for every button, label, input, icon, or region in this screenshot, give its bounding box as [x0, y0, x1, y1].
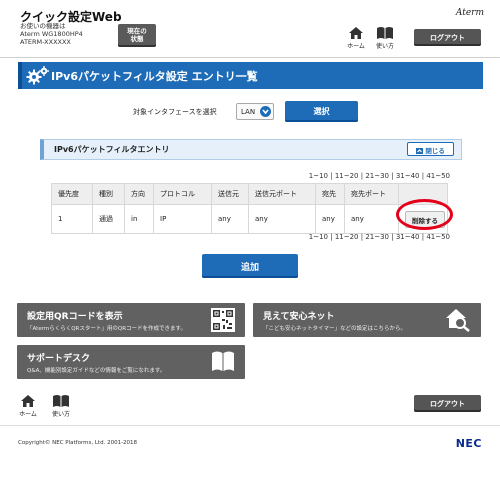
footer-help-nav[interactable]: 使い方: [48, 394, 74, 418]
column-header: 送信元: [211, 183, 249, 205]
page-link[interactable]: 1~10: [309, 233, 328, 241]
logout-button[interactable]: ログアウト: [414, 29, 481, 46]
table-cell: IP: [153, 204, 212, 234]
qr-tile-description: 「AtermらくらくQRスタート」用のQRコードを作成できます。: [27, 326, 186, 332]
page-link[interactable]: 31~40: [396, 233, 420, 241]
qr-code-tile[interactable]: 設定用QRコードを表示 「AtermらくらくQRスタート」用のQRコードを作成で…: [17, 303, 245, 337]
column-header: 宛先: [315, 183, 345, 205]
qr-code-icon: [211, 308, 235, 332]
help-label: 使い方: [375, 43, 394, 50]
status-button-line1: 現在の: [127, 27, 147, 35]
page-link[interactable]: 11~20: [335, 233, 359, 241]
book-icon: [53, 395, 69, 407]
home-icon: [21, 395, 35, 407]
brand-logo: Aterm: [455, 8, 484, 18]
gear-icon: [26, 66, 49, 85]
delete-button[interactable]: 削除する: [405, 210, 445, 228]
table-cell: 削除する: [398, 204, 448, 234]
book-icon: [212, 351, 234, 371]
device-info-line: お使いの機器は: [20, 22, 66, 30]
qr-tile-title: 設定用QRコードを表示: [27, 312, 123, 322]
table-cell: any: [211, 204, 249, 234]
page-separator: |: [328, 172, 335, 180]
safety-net-tile[interactable]: 見えて安心ネット 「こども安心ネットタイマー」などの設定はこちらから。: [253, 303, 481, 337]
footer-logout-button[interactable]: ログアウト: [414, 395, 481, 412]
close-panel-label: 閉じる: [425, 147, 445, 155]
book-icon: [377, 27, 393, 39]
close-panel-button[interactable]: 閉じる: [407, 142, 454, 156]
filter-entry-table: 優先度 種別 方向 プロトコル 送信元 送信元ポート 宛先 宛先ポート 1 通過…: [51, 183, 448, 234]
device-model: Aterm WG1800HP4: [20, 30, 83, 38]
nec-logo: NEC: [455, 437, 482, 450]
table-cell: 1: [51, 204, 93, 234]
page-title-bar: IPv6パケットフィルタ設定 エントリ一覧: [18, 62, 483, 89]
support-desk-tile[interactable]: サポートデスク Q&A、機能別設定ガイドなどの情報をご覧になれます。: [17, 345, 245, 379]
select-button[interactable]: 選択: [285, 101, 358, 122]
page-link[interactable]: 1~10: [309, 172, 328, 180]
chevron-up-icon: [416, 147, 425, 155]
page-link[interactable]: 41~50: [426, 172, 450, 180]
home-label: ホーム: [347, 43, 365, 50]
table-row: 1 通過 in IP any any any any 削除する: [51, 204, 448, 234]
home-nav[interactable]: ホーム: [343, 26, 369, 50]
page-separator: |: [389, 172, 396, 180]
column-header: プロトコル: [153, 183, 212, 205]
add-button[interactable]: 追加: [202, 254, 298, 278]
page-separator: |: [389, 233, 396, 241]
interface-label: 対象インタフェースを選択: [133, 108, 217, 116]
table-cell: 通過: [92, 204, 125, 234]
table-cell: any: [248, 204, 316, 234]
help-nav[interactable]: 使い方: [372, 26, 398, 50]
column-header: 宛先ポート: [344, 183, 399, 205]
column-header: [398, 183, 448, 205]
safety-tile-description: 「こども安心ネットタイマー」などの設定はこちらから。: [263, 326, 407, 332]
page-separator: |: [328, 233, 335, 241]
safety-tile-title: 見えて安心ネット: [263, 312, 335, 322]
support-tile-title: サポートデスク: [27, 354, 91, 364]
table-cell: any: [315, 204, 345, 234]
page-link[interactable]: 31~40: [396, 172, 420, 180]
footer-divider: [0, 425, 500, 426]
support-tile-description: Q&A、機能別設定ガイドなどの情報をご覧になれます。: [27, 368, 166, 374]
page-link[interactable]: 21~30: [365, 233, 389, 241]
home-search-icon: [446, 309, 470, 332]
table-cell: any: [344, 204, 399, 234]
pagination-bottom: 1~10 | 11~20 | 21~30 | 31~40 | 41~50: [309, 233, 450, 241]
current-status-button[interactable]: 現在の 状態: [118, 24, 156, 47]
copyright: Copyright© NEC Platforms, Ltd. 2001-2018: [18, 440, 138, 446]
entry-panel-header: IPv6パケットフィルタエントリ 閉じる: [40, 139, 462, 160]
column-header: 種別: [92, 183, 125, 205]
device-id: ATERM-XXXXXX: [20, 38, 71, 46]
status-button-line2: 状態: [130, 35, 144, 43]
panel-title: IPv6パケットフィルタエントリ: [54, 145, 170, 154]
page-link[interactable]: 41~50: [426, 233, 450, 241]
device-info: お使いの機器は Aterm WG1800HP4 ATERM-XXXXXX: [20, 22, 83, 46]
column-header: 優先度: [51, 183, 93, 205]
header: クイック設定Web お使いの機器は Aterm WG1800HP4 ATERM-…: [0, 0, 500, 58]
page-link[interactable]: 21~30: [365, 172, 389, 180]
footer-help-label: 使い方: [51, 411, 70, 418]
table-cell: in: [124, 204, 154, 234]
page-link[interactable]: 11~20: [335, 172, 359, 180]
column-header: 送信元ポート: [248, 183, 316, 205]
home-icon: [349, 27, 363, 39]
pagination-top: 1~10 | 11~20 | 21~30 | 31~40 | 41~50: [309, 172, 450, 180]
column-header: 方向: [124, 183, 154, 205]
chevron-down-icon: [260, 106, 271, 117]
page-title: IPv6パケットフィルタ設定 エントリ一覧: [51, 70, 258, 83]
interface-select[interactable]: LAN: [236, 103, 274, 120]
footer-home-label: ホーム: [19, 411, 37, 418]
footer-home-nav[interactable]: ホーム: [15, 394, 41, 418]
table-header-row: 優先度 種別 方向 プロトコル 送信元 送信元ポート 宛先 宛先ポート: [51, 183, 448, 205]
interface-select-value: LAN: [241, 108, 256, 116]
